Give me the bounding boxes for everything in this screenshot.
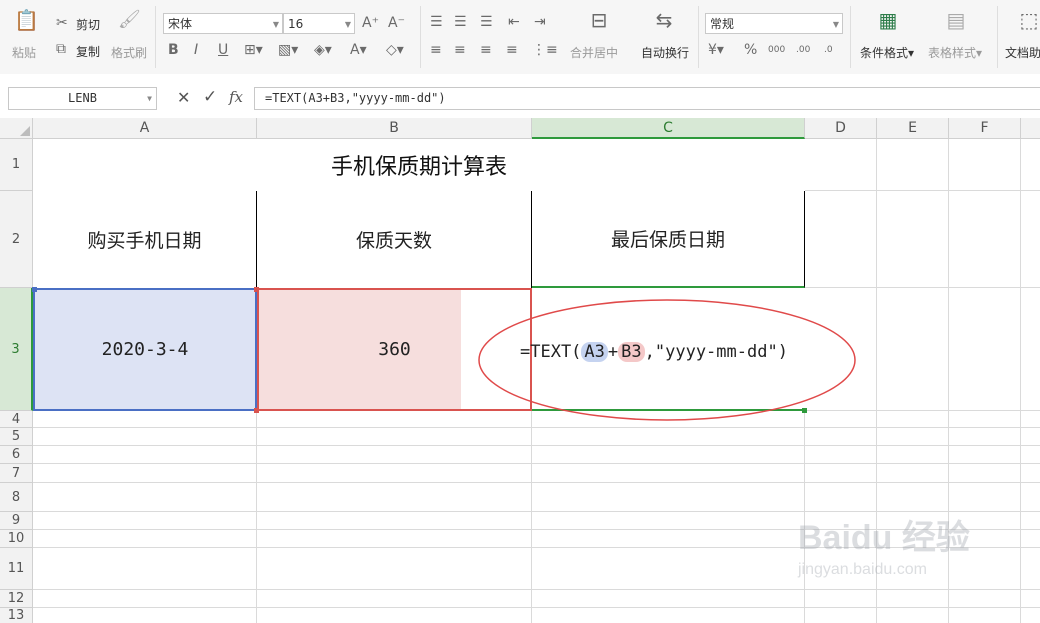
row-header-13[interactable]: 13 bbox=[0, 608, 33, 623]
fill-handle-b3-bottom[interactable] bbox=[254, 408, 259, 413]
row-header-5[interactable]: 5 bbox=[0, 428, 33, 446]
conditional-format-label: 条件格式 bbox=[860, 46, 909, 60]
row-header-11[interactable]: 11 bbox=[0, 548, 33, 590]
cut-button[interactable]: 剪切 bbox=[76, 16, 100, 33]
name-box[interactable]: LENB ▼ bbox=[8, 87, 157, 110]
column-header-e[interactable]: E bbox=[877, 118, 949, 139]
thousands-icon[interactable]: 000 bbox=[768, 42, 785, 58]
italic-icon[interactable]: I bbox=[194, 42, 198, 58]
baidu-watermark-url: jingyan.baidu.com bbox=[798, 561, 927, 578]
percent-icon[interactable]: % bbox=[744, 42, 757, 58]
fill-style-icon[interactable]: ▧▾ bbox=[278, 42, 298, 58]
merge-center-button[interactable]: 合并居中 bbox=[570, 44, 618, 61]
ribbon-toolbar: 📋 粘贴 ✂ 剪切 ⧉ 复制 🖌 格式刷 宋体 ▼ 16 ▼ A⁺ A⁻ B I U… bbox=[0, 0, 1040, 75]
bold-icon[interactable]: B bbox=[168, 42, 179, 58]
purchase-date-value: 2020-3-4 bbox=[101, 339, 189, 360]
row-header-12[interactable]: 12 bbox=[0, 590, 33, 608]
table-style-label: 表格样式 bbox=[928, 46, 977, 60]
warranty-days-value: 360 bbox=[378, 339, 411, 360]
row-header-6[interactable]: 6 bbox=[0, 446, 33, 464]
b3-fill bbox=[259, 290, 461, 409]
align-middle-icon[interactable]: ☰ bbox=[454, 14, 467, 30]
decrease-decimal-icon[interactable]: .0 bbox=[824, 42, 833, 58]
paste-button[interactable]: 粘贴 bbox=[12, 44, 36, 61]
column-header-a[interactable]: A bbox=[33, 118, 257, 139]
row-header-8[interactable]: 8 bbox=[0, 483, 33, 512]
row-header-3[interactable]: 3 bbox=[0, 288, 33, 411]
increase-font-icon[interactable]: A⁺ bbox=[362, 15, 379, 31]
name-box-dropdown-icon[interactable]: ▼ bbox=[147, 88, 152, 109]
annotation-ellipse bbox=[478, 299, 856, 421]
clear-icon[interactable]: ◇▾ bbox=[386, 42, 404, 58]
name-box-value: LENB bbox=[68, 91, 97, 105]
doc-assistant-button[interactable]: 文档助 bbox=[1005, 44, 1040, 61]
scissors-icon[interactable]: ✂ bbox=[56, 15, 68, 31]
insert-function-icon[interactable]: fx bbox=[229, 88, 243, 106]
fill-color-icon[interactable]: ◈▾ bbox=[314, 42, 332, 58]
font-size-value: 16 bbox=[288, 17, 304, 31]
row-header-4[interactable]: 4 bbox=[0, 411, 33, 428]
paste-icon[interactable]: 📋 bbox=[14, 10, 39, 30]
column-header-c[interactable]: C bbox=[532, 118, 805, 139]
header-cell-a2[interactable]: 购买手机日期 bbox=[33, 191, 257, 288]
column-header-d[interactable]: D bbox=[805, 118, 877, 139]
currency-icon[interactable]: ¥▾ bbox=[708, 42, 724, 58]
indent-decrease-icon[interactable]: ⇤ bbox=[508, 14, 520, 30]
number-format-select[interactable]: 常规 ▼ bbox=[705, 13, 843, 34]
fill-handle-a3[interactable] bbox=[32, 287, 37, 292]
format-painter-button[interactable]: 格式刷 bbox=[111, 44, 147, 61]
underline-icon[interactable]: U bbox=[218, 42, 228, 58]
select-all-corner[interactable] bbox=[0, 118, 33, 139]
row-header-10[interactable]: 10 bbox=[0, 530, 33, 548]
title-cell[interactable]: 手机保质期计算表 bbox=[33, 139, 805, 192]
doc-assistant-icon[interactable]: ⬚ bbox=[1018, 10, 1040, 30]
header-final-date: 最后保质日期 bbox=[610, 229, 725, 251]
baidu-watermark: Baidu 经验 jingyan.baidu.com bbox=[798, 510, 970, 579]
font-name-select[interactable]: 宋体 ▼ bbox=[163, 13, 283, 34]
wrap-text-icon[interactable]: ⇆ bbox=[652, 10, 676, 30]
table-style-icon[interactable]: ▤ bbox=[944, 10, 968, 30]
align-top-icon[interactable]: ☰ bbox=[430, 14, 443, 30]
increase-decimal-icon[interactable]: .00 bbox=[796, 42, 810, 58]
font-color-icon[interactable]: A▾ bbox=[350, 42, 367, 58]
baidu-watermark-logo: Baidu 经验 bbox=[798, 519, 970, 557]
align-right-icon[interactable]: ≡ bbox=[480, 42, 492, 58]
sheet-title: 手机保质期计算表 bbox=[330, 155, 507, 180]
row-header-1[interactable]: 1 bbox=[0, 139, 33, 191]
indent-increase-icon[interactable]: ⇥ bbox=[534, 14, 546, 30]
cancel-icon[interactable]: ✕ bbox=[177, 88, 190, 107]
align-bottom-icon[interactable]: ☰ bbox=[480, 14, 493, 30]
formula-input[interactable]: =TEXT(A3+B3,"yyyy-mm-dd") bbox=[254, 87, 1040, 110]
distribute-icon[interactable]: ⋮≡ bbox=[532, 42, 558, 58]
header-warranty-days: 保质天数 bbox=[355, 230, 432, 252]
header-cell-c2[interactable]: 最后保质日期 bbox=[532, 191, 805, 288]
table-style-button[interactable]: 表格样式▾ bbox=[928, 44, 982, 61]
border-icon[interactable]: ⊞▾ bbox=[244, 42, 263, 58]
decrease-font-icon[interactable]: A⁻ bbox=[388, 15, 405, 31]
font-name-value: 宋体 bbox=[168, 17, 193, 31]
align-left-icon[interactable]: ≡ bbox=[430, 42, 442, 58]
merge-center-icon[interactable]: ⊟ bbox=[587, 10, 611, 30]
confirm-icon[interactable]: ✓ bbox=[203, 87, 217, 107]
column-header-f[interactable]: F bbox=[949, 118, 1021, 139]
copy-button[interactable]: 复制 bbox=[76, 43, 100, 60]
header-cell-b2[interactable]: 保质天数 bbox=[257, 191, 532, 288]
row-header-7[interactable]: 7 bbox=[0, 464, 33, 483]
conditional-format-icon[interactable]: ▦ bbox=[876, 10, 900, 30]
wrap-text-button[interactable]: 自动换行 bbox=[641, 44, 689, 61]
font-size-select[interactable]: 16 ▼ bbox=[283, 13, 355, 34]
column-header-g[interactable] bbox=[1021, 118, 1040, 139]
align-center-icon[interactable]: ≡ bbox=[454, 42, 466, 58]
fill-handle-b3[interactable] bbox=[254, 287, 259, 292]
justify-icon[interactable]: ≡ bbox=[506, 42, 518, 58]
cell-a3[interactable]: 2020-3-4 bbox=[33, 288, 257, 411]
number-format-value: 常规 bbox=[710, 17, 735, 31]
header-purchase-date: 购买手机日期 bbox=[87, 230, 202, 252]
copy-icon[interactable]: ⧉ bbox=[56, 41, 66, 57]
conditional-format-button[interactable]: 条件格式▾ bbox=[860, 44, 914, 61]
row-header-9[interactable]: 9 bbox=[0, 512, 33, 530]
row-header-2[interactable]: 2 bbox=[0, 191, 33, 288]
column-header-b[interactable]: B bbox=[257, 118, 532, 139]
format-painter-icon[interactable]: 🖌 bbox=[118, 11, 141, 29]
